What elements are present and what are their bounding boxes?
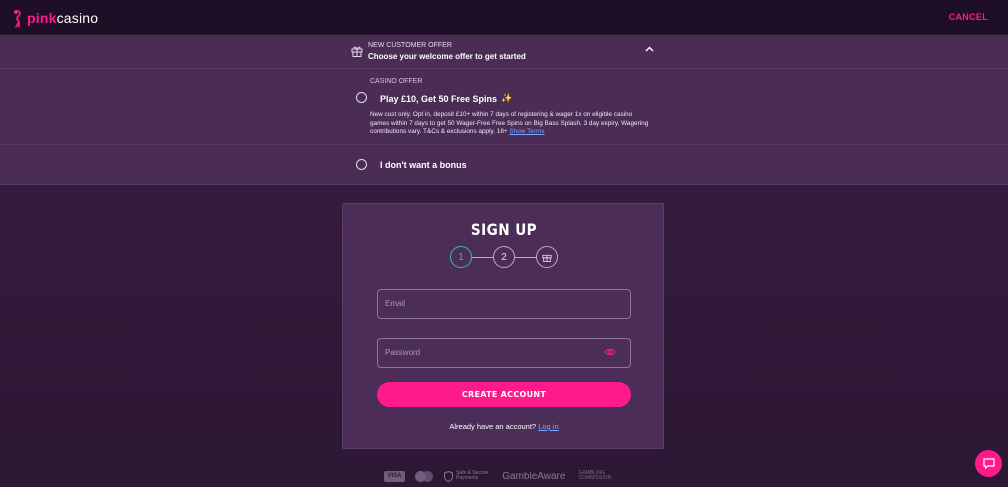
eye-icon[interactable] [604, 348, 616, 356]
step-connector [472, 257, 493, 258]
signup-title: SIGN UP [470, 220, 538, 239]
top-bar: pinkcasino CANCEL [0, 0, 1008, 35]
step-3-indicator [536, 246, 558, 268]
login-row: Already have an account? Log in [343, 422, 665, 431]
offer-title: Choose your welcome offer to get started [368, 52, 526, 61]
password-field[interactable]: Password [377, 338, 631, 368]
visa-logo: VISA [384, 470, 405, 482]
flamingo-logo-icon [14, 9, 21, 28]
casino-offer-title: Play £10, Get 50 Free Spins [380, 93, 498, 104]
no-bonus-label: I don't want a bonus [380, 160, 467, 170]
casino-offer-option[interactable]: CASINO OFFER Play £10, Get 50 Free Spins… [0, 69, 1008, 145]
safe-line-2: Payments [456, 475, 479, 481]
email-field[interactable]: Email [377, 289, 631, 319]
mastercard-icon [415, 470, 433, 482]
chevron-up-icon[interactable] [645, 46, 654, 52]
casino-offer-terms: New cust only. Opt in, deposit £10+ with… [370, 111, 652, 137]
sparkles-icon: ✨ [501, 93, 513, 103]
casino-offer-label: CASINO OFFER [370, 78, 423, 85]
commission-line-2: COMMISSION [578, 475, 612, 481]
gambling-commission-logo: GAMBLING COMMISSION [578, 471, 611, 481]
step-1-indicator: 1 [450, 246, 472, 268]
cancel-button[interactable]: CANCEL [949, 12, 988, 22]
safe-payments-badge: Safe & Secure Payments [444, 470, 488, 482]
footer-logos: VISA Safe & Secure Payments GambleAware … [384, 469, 611, 483]
gift-icon [351, 46, 363, 57]
shield-icon [444, 470, 453, 482]
logo-pink-text: pink [27, 10, 57, 26]
chat-icon [982, 458, 995, 469]
login-prompt: Already have an account? [449, 422, 537, 431]
offer-kicker: NEW CUSTOMER OFFER [368, 42, 452, 49]
password-placeholder: Password [385, 348, 421, 357]
no-bonus-radio[interactable] [356, 159, 367, 170]
chat-button[interactable] [975, 450, 1002, 477]
step-connector [515, 257, 536, 258]
offer-banner[interactable]: NEW CUSTOMER OFFER Choose your welcome o… [0, 35, 1008, 69]
gambleaware-logo: GambleAware [502, 470, 566, 482]
create-account-button[interactable]: CREATE ACCOUNT [377, 382, 631, 407]
logo-casino-text: casino [56, 10, 99, 26]
logo[interactable]: pinkcasino [10, 8, 98, 28]
step-2-indicator: 2 [493, 246, 515, 268]
casino-offer-name: Play £10, Get 50 Free Spins ✨ [380, 93, 512, 104]
gift-icon [542, 254, 552, 262]
logo-text: pinkcasino [27, 10, 98, 26]
casino-offer-radio[interactable] [356, 92, 367, 103]
show-terms-link[interactable]: Show Terms [509, 128, 544, 135]
signup-card: SIGN UP 1 2 Email Password CREATE ACCOUN… [342, 203, 664, 449]
no-bonus-option[interactable]: I don't want a bonus [0, 145, 1008, 185]
login-link[interactable]: Log in [538, 422, 558, 431]
